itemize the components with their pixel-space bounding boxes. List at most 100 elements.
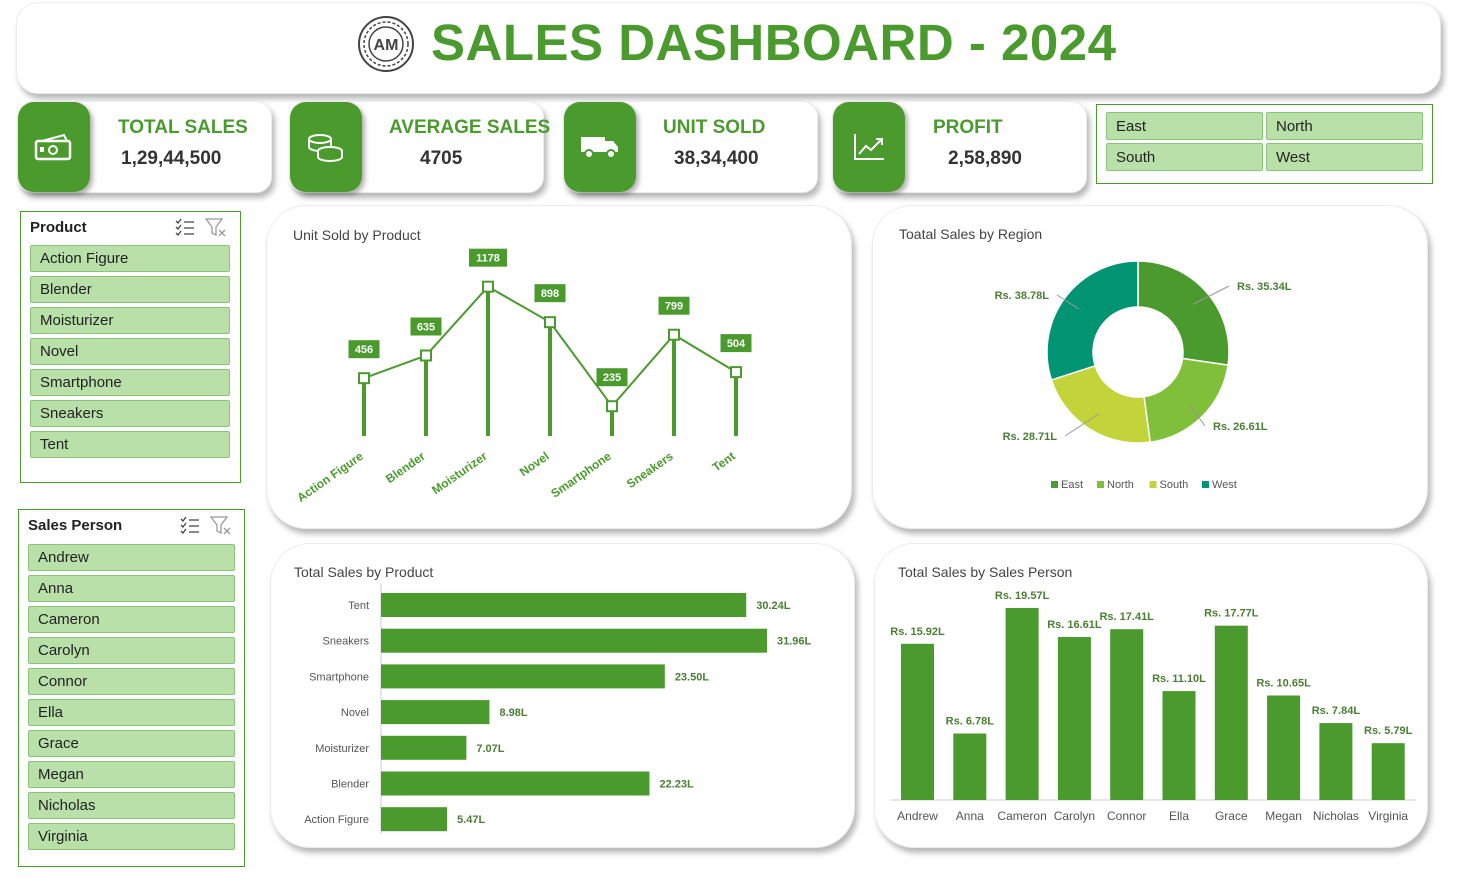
data-label: 23.50L	[675, 671, 710, 683]
data-label: 5.47L	[457, 814, 485, 826]
bar-mark	[1267, 695, 1301, 800]
point-marker	[668, 328, 680, 341]
bar-mark	[381, 628, 767, 653]
x-tick-label: Anna	[956, 809, 984, 823]
product-item[interactable]: Moisturizer	[30, 307, 230, 334]
person-item[interactable]: Nicholas	[28, 792, 235, 819]
data-label: 8.98L	[499, 707, 527, 719]
person-item[interactable]: Andrew	[28, 544, 235, 571]
kpi-icon-box	[290, 102, 362, 192]
person-sales-chart-card: Total Sales by Sales Person Rs. 15.92L An…	[874, 543, 1428, 848]
data-label: Rs. 10.65L	[1256, 678, 1311, 690]
kpi-icon-box	[833, 102, 905, 192]
x-tick-label: Sneakers	[624, 449, 676, 491]
point-marker	[606, 400, 618, 413]
person-item[interactable]: Carolyn	[28, 637, 235, 664]
person-item[interactable]: Ella	[28, 699, 235, 726]
data-label: 635	[417, 322, 435, 334]
kpi-card-total-sales: TOTAL SALES 1,29,44,500	[17, 101, 272, 193]
bar-mark	[1319, 723, 1353, 800]
x-tick-label: Moisturizer	[429, 449, 490, 497]
bar-mark	[1162, 691, 1196, 800]
kpi-label: TOTAL SALES	[118, 117, 248, 138]
x-tick-label: Andrew	[897, 809, 938, 823]
y-tick-label: Moisturizer	[315, 743, 369, 755]
region-east-button[interactable]: East	[1106, 112, 1263, 140]
y-tick-label: Action Figure	[304, 814, 369, 826]
data-label: 7.07L	[476, 743, 504, 755]
point-marker	[544, 316, 556, 329]
unit-sold-chart: 456 Action Figure 635 Blender 1178 Moisturize…	[294, 248, 752, 505]
chart-up-icon	[854, 134, 884, 160]
product-item[interactable]: Action Figure	[30, 245, 230, 272]
bar-mark	[381, 593, 747, 617]
legend-swatch	[1051, 481, 1058, 488]
kpi-label: UNIT SOLD	[663, 117, 766, 138]
data-label: 22.23L	[659, 779, 694, 791]
kpi-value: 38,34,400	[674, 148, 759, 169]
region-sales-chart: Rs. 35.34L Rs. 26.61L Rs. 28.71L Rs. 38.78L…	[995, 260, 1292, 491]
data-label: 456	[355, 344, 373, 356]
data-label: Rs. 26.61L	[1213, 421, 1268, 433]
dashboard-header: AM SALES DASHBOARD - 2024	[16, 2, 1441, 94]
data-label: 799	[665, 301, 683, 313]
x-tick-label: Carolyn	[1054, 809, 1095, 823]
x-tick-label: Grace	[1215, 809, 1248, 823]
product-item[interactable]: Novel	[30, 338, 230, 365]
clear-filter-icon[interactable]	[210, 516, 232, 536]
data-label: Rs. 5.79L	[1364, 725, 1413, 737]
data-label: 30.24L	[756, 600, 791, 612]
bar-mark	[381, 700, 490, 725]
region-north-button[interactable]: North	[1266, 112, 1423, 140]
kpi-value: 1,29,44,500	[121, 148, 222, 169]
bar-mark	[1371, 743, 1405, 800]
multi-select-icon[interactable]	[175, 218, 195, 236]
person-item[interactable]: Anna	[28, 575, 235, 602]
data-label: 235	[603, 372, 621, 384]
data-label: 898	[541, 288, 559, 300]
multi-select-icon[interactable]	[180, 516, 200, 534]
region-south-button[interactable]: South	[1106, 143, 1263, 171]
kpi-label: AVERAGE SALES	[389, 117, 551, 138]
product-sales-chart-card: Total Sales by Product 30.24L Tent 31.96L S…	[270, 543, 855, 848]
legend-swatch	[1149, 481, 1157, 488]
sales-person-slicer: Sales Person Andrew Anna Cameron Carolyn…	[18, 509, 245, 867]
x-tick-label: Blender	[383, 449, 428, 486]
bar-mark	[381, 771, 650, 796]
kpi-icon-box	[18, 102, 90, 192]
legend-swatch	[1202, 481, 1209, 488]
person-sales-chart: Rs. 15.92L Andrew Rs. 6.78L Anna Rs. 19.57L C…	[890, 590, 1415, 823]
kpi-icon-box	[564, 102, 636, 192]
logo-icon: AM	[358, 16, 414, 72]
data-label: Rs. 7.84L	[1312, 705, 1361, 717]
clear-filter-icon[interactable]	[205, 218, 227, 238]
kpi-card-profit: PROFIT 2,58,890	[832, 101, 1087, 193]
point-marker	[358, 372, 370, 385]
person-item[interactable]: Virginia	[28, 823, 235, 850]
product-item[interactable]: Smartphone	[30, 369, 230, 396]
product-item[interactable]: Tent	[30, 431, 230, 458]
kpi-card-unit-sold: UNIT SOLD 38,34,400	[563, 101, 818, 193]
x-tick-label: Nicholas	[1313, 809, 1359, 823]
donut-slice	[1137, 260, 1230, 366]
person-item[interactable]: Megan	[28, 761, 235, 788]
person-item[interactable]: Connor	[28, 668, 235, 695]
person-item[interactable]: Grace	[28, 730, 235, 757]
slicer-header: Product	[30, 219, 87, 236]
data-label: 1178	[476, 253, 500, 265]
bar-mark	[381, 807, 448, 832]
x-tick-label: Tent	[710, 449, 738, 474]
legend-label: East	[1061, 479, 1083, 491]
x-tick-label: Action Figure	[294, 449, 366, 505]
product-slicer: Product Action Figure Blender Moisturize…	[20, 211, 241, 483]
person-item[interactable]: Cameron	[28, 606, 235, 633]
legend-label: West	[1212, 479, 1237, 491]
data-label: Rs. 17.77L	[1204, 608, 1259, 620]
product-item[interactable]: Sneakers	[30, 400, 230, 427]
product-item[interactable]: Blender	[30, 276, 230, 303]
data-label: 31.96L	[777, 636, 812, 648]
bar-mark	[1005, 608, 1039, 800]
bar-mark	[1110, 629, 1144, 800]
data-label: Rs. 15.92L	[890, 626, 945, 638]
region-west-button[interactable]: West	[1266, 143, 1423, 171]
